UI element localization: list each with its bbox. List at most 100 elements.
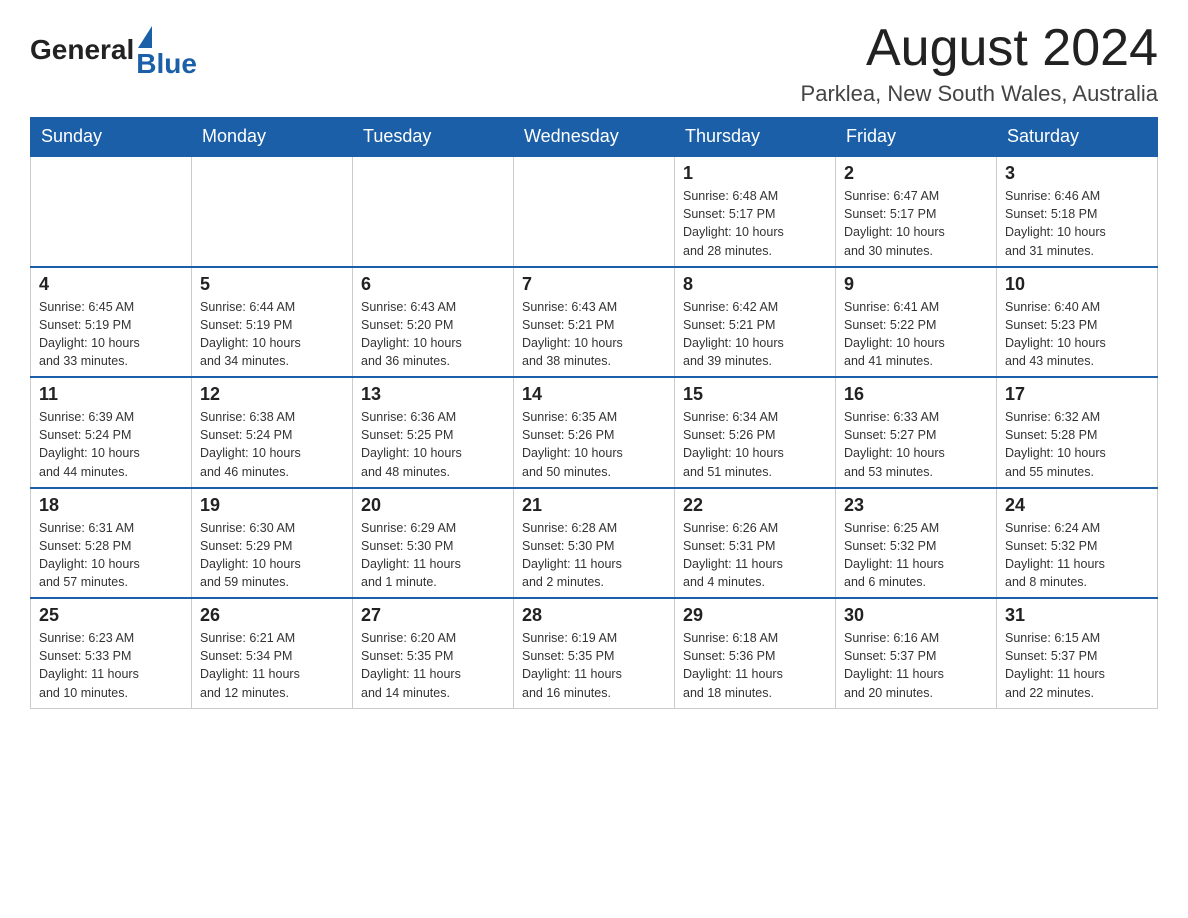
calendar-week-row: 1Sunrise: 6:48 AM Sunset: 5:17 PM Daylig… [31, 156, 1158, 267]
calendar-cell: 16Sunrise: 6:33 AM Sunset: 5:27 PM Dayli… [836, 377, 997, 488]
day-number: 9 [844, 274, 988, 295]
calendar-cell: 23 Sunrise: 6:25 AM Sunset: 5:32 PM Dayli… [836, 488, 997, 599]
calendar-cell: 31 Sunrise: 6:15 AM Sunset: 5:37 PM Dayli… [997, 598, 1158, 708]
calendar-cell: 4Sunrise: 6:45 AM Sunset: 5:19 PM Daylig… [31, 267, 192, 378]
day-info: Sunrise: 6:18 AM Sunset: 5:36 PM Dayligh… [683, 629, 827, 702]
logo: General Blue [30, 20, 197, 80]
day-info: Sunrise: 6:25 AM Sunset: 5:32 PM Dayligh… [844, 519, 988, 592]
day-number: 22 [683, 495, 827, 516]
calendar-cell: 21 Sunrise: 6:28 AM Sunset: 5:30 PM Dayli… [514, 488, 675, 599]
calendar-week-row: 4Sunrise: 6:45 AM Sunset: 5:19 PM Daylig… [31, 267, 1158, 378]
calendar-cell: 24 Sunrise: 6:24 AM Sunset: 5:32 PM Dayli… [997, 488, 1158, 599]
day-number: 16 [844, 384, 988, 405]
day-info: Sunrise: 6:43 AM Sunset: 5:21 PM Dayligh… [522, 298, 666, 371]
calendar-cell [353, 156, 514, 267]
weekday-header-sunday: Sunday [31, 118, 192, 157]
day-number: 8 [683, 274, 827, 295]
day-number: 3 [1005, 163, 1149, 184]
calendar-cell: 11 Sunrise: 6:39 AM Sunset: 5:24 PM Dayli… [31, 377, 192, 488]
calendar-cell: 28 Sunrise: 6:19 AM Sunset: 5:35 PM Dayli… [514, 598, 675, 708]
day-info: Sunrise: 6:16 AM Sunset: 5:37 PM Dayligh… [844, 629, 988, 702]
calendar-cell: 10 Sunrise: 6:40 AM Sunset: 5:23 PM Dayli… [997, 267, 1158, 378]
day-info: Sunrise: 6:15 AM Sunset: 5:37 PM Dayligh… [1005, 629, 1149, 702]
weekday-header-saturday: Saturday [997, 118, 1158, 157]
calendar-cell: 8Sunrise: 6:42 AM Sunset: 5:21 PM Daylig… [675, 267, 836, 378]
day-info: Sunrise: 6:29 AM Sunset: 5:30 PM Dayligh… [361, 519, 505, 592]
weekday-header-wednesday: Wednesday [514, 118, 675, 157]
day-number: 14 [522, 384, 666, 405]
calendar-cell: 25 Sunrise: 6:23 AM Sunset: 5:33 PM Dayli… [31, 598, 192, 708]
calendar-week-row: 11 Sunrise: 6:39 AM Sunset: 5:24 PM Dayli… [31, 377, 1158, 488]
day-number: 13 [361, 384, 505, 405]
calendar-cell: 27 Sunrise: 6:20 AM Sunset: 5:35 PM Dayli… [353, 598, 514, 708]
calendar-cell: 20 Sunrise: 6:29 AM Sunset: 5:30 PM Dayli… [353, 488, 514, 599]
day-number: 27 [361, 605, 505, 626]
day-info: Sunrise: 6:39 AM Sunset: 5:24 PM Dayligh… [39, 408, 183, 481]
day-number: 29 [683, 605, 827, 626]
weekday-header-friday: Friday [836, 118, 997, 157]
day-number: 4 [39, 274, 183, 295]
day-info: Sunrise: 6:43 AM Sunset: 5:20 PM Dayligh… [361, 298, 505, 371]
location-title: Parklea, New South Wales, Australia [801, 81, 1158, 107]
day-number: 20 [361, 495, 505, 516]
day-info: Sunrise: 6:21 AM Sunset: 5:34 PM Dayligh… [200, 629, 344, 702]
calendar-cell: 29 Sunrise: 6:18 AM Sunset: 5:36 PM Dayli… [675, 598, 836, 708]
day-info: Sunrise: 6:28 AM Sunset: 5:30 PM Dayligh… [522, 519, 666, 592]
day-info: Sunrise: 6:35 AM Sunset: 5:26 PM Dayligh… [522, 408, 666, 481]
weekday-header-thursday: Thursday [675, 118, 836, 157]
day-info: Sunrise: 6:31 AM Sunset: 5:28 PM Dayligh… [39, 519, 183, 592]
day-info: Sunrise: 6:26 AM Sunset: 5:31 PM Dayligh… [683, 519, 827, 592]
day-number: 2 [844, 163, 988, 184]
calendar-cell: 26 Sunrise: 6:21 AM Sunset: 5:34 PM Dayli… [192, 598, 353, 708]
day-info: Sunrise: 6:36 AM Sunset: 5:25 PM Dayligh… [361, 408, 505, 481]
day-number: 23 [844, 495, 988, 516]
day-info: Sunrise: 6:41 AM Sunset: 5:22 PM Dayligh… [844, 298, 988, 371]
calendar-cell: 7Sunrise: 6:43 AM Sunset: 5:21 PM Daylig… [514, 267, 675, 378]
day-info: Sunrise: 6:20 AM Sunset: 5:35 PM Dayligh… [361, 629, 505, 702]
calendar-cell: 9 Sunrise: 6:41 AM Sunset: 5:22 PM Daylig… [836, 267, 997, 378]
calendar-cell: 19 Sunrise: 6:30 AM Sunset: 5:29 PM Dayli… [192, 488, 353, 599]
day-number: 12 [200, 384, 344, 405]
calendar-cell [514, 156, 675, 267]
day-info: Sunrise: 6:24 AM Sunset: 5:32 PM Dayligh… [1005, 519, 1149, 592]
day-number: 18 [39, 495, 183, 516]
day-number: 11 [39, 384, 183, 405]
day-info: Sunrise: 6:46 AM Sunset: 5:18 PM Dayligh… [1005, 187, 1149, 260]
calendar-week-row: 18 Sunrise: 6:31 AM Sunset: 5:28 PM Dayli… [31, 488, 1158, 599]
calendar-cell: 17Sunrise: 6:32 AM Sunset: 5:28 PM Dayli… [997, 377, 1158, 488]
logo-blue: Blue [136, 48, 197, 80]
calendar-cell: 18 Sunrise: 6:31 AM Sunset: 5:28 PM Dayli… [31, 488, 192, 599]
page-header: General Blue August 2024 Parklea, New So… [30, 20, 1158, 107]
calendar-cell: 12Sunrise: 6:38 AM Sunset: 5:24 PM Dayli… [192, 377, 353, 488]
logo-general: General [30, 34, 134, 66]
day-info: Sunrise: 6:23 AM Sunset: 5:33 PM Dayligh… [39, 629, 183, 702]
day-number: 10 [1005, 274, 1149, 295]
weekday-header-row: SundayMondayTuesdayWednesdayThursdayFrid… [31, 118, 1158, 157]
calendar-table: SundayMondayTuesdayWednesdayThursdayFrid… [30, 117, 1158, 709]
day-number: 24 [1005, 495, 1149, 516]
day-number: 31 [1005, 605, 1149, 626]
calendar-cell: 2Sunrise: 6:47 AM Sunset: 5:17 PM Daylig… [836, 156, 997, 267]
day-number: 30 [844, 605, 988, 626]
day-info: Sunrise: 6:32 AM Sunset: 5:28 PM Dayligh… [1005, 408, 1149, 481]
calendar-week-row: 25 Sunrise: 6:23 AM Sunset: 5:33 PM Dayli… [31, 598, 1158, 708]
weekday-header-tuesday: Tuesday [353, 118, 514, 157]
day-info: Sunrise: 6:48 AM Sunset: 5:17 PM Dayligh… [683, 187, 827, 260]
day-number: 25 [39, 605, 183, 626]
day-number: 28 [522, 605, 666, 626]
day-number: 15 [683, 384, 827, 405]
day-number: 19 [200, 495, 344, 516]
day-number: 21 [522, 495, 666, 516]
day-info: Sunrise: 6:30 AM Sunset: 5:29 PM Dayligh… [200, 519, 344, 592]
day-number: 26 [200, 605, 344, 626]
day-info: Sunrise: 6:40 AM Sunset: 5:23 PM Dayligh… [1005, 298, 1149, 371]
day-info: Sunrise: 6:44 AM Sunset: 5:19 PM Dayligh… [200, 298, 344, 371]
calendar-cell: 30 Sunrise: 6:16 AM Sunset: 5:37 PM Dayli… [836, 598, 997, 708]
calendar-cell: 14 Sunrise: 6:35 AM Sunset: 5:26 PM Dayli… [514, 377, 675, 488]
calendar-cell [31, 156, 192, 267]
logo-triangle-icon [138, 26, 152, 48]
calendar-cell: 1Sunrise: 6:48 AM Sunset: 5:17 PM Daylig… [675, 156, 836, 267]
calendar-cell: 13 Sunrise: 6:36 AM Sunset: 5:25 PM Dayli… [353, 377, 514, 488]
calendar-cell: 6Sunrise: 6:43 AM Sunset: 5:20 PM Daylig… [353, 267, 514, 378]
day-info: Sunrise: 6:19 AM Sunset: 5:35 PM Dayligh… [522, 629, 666, 702]
